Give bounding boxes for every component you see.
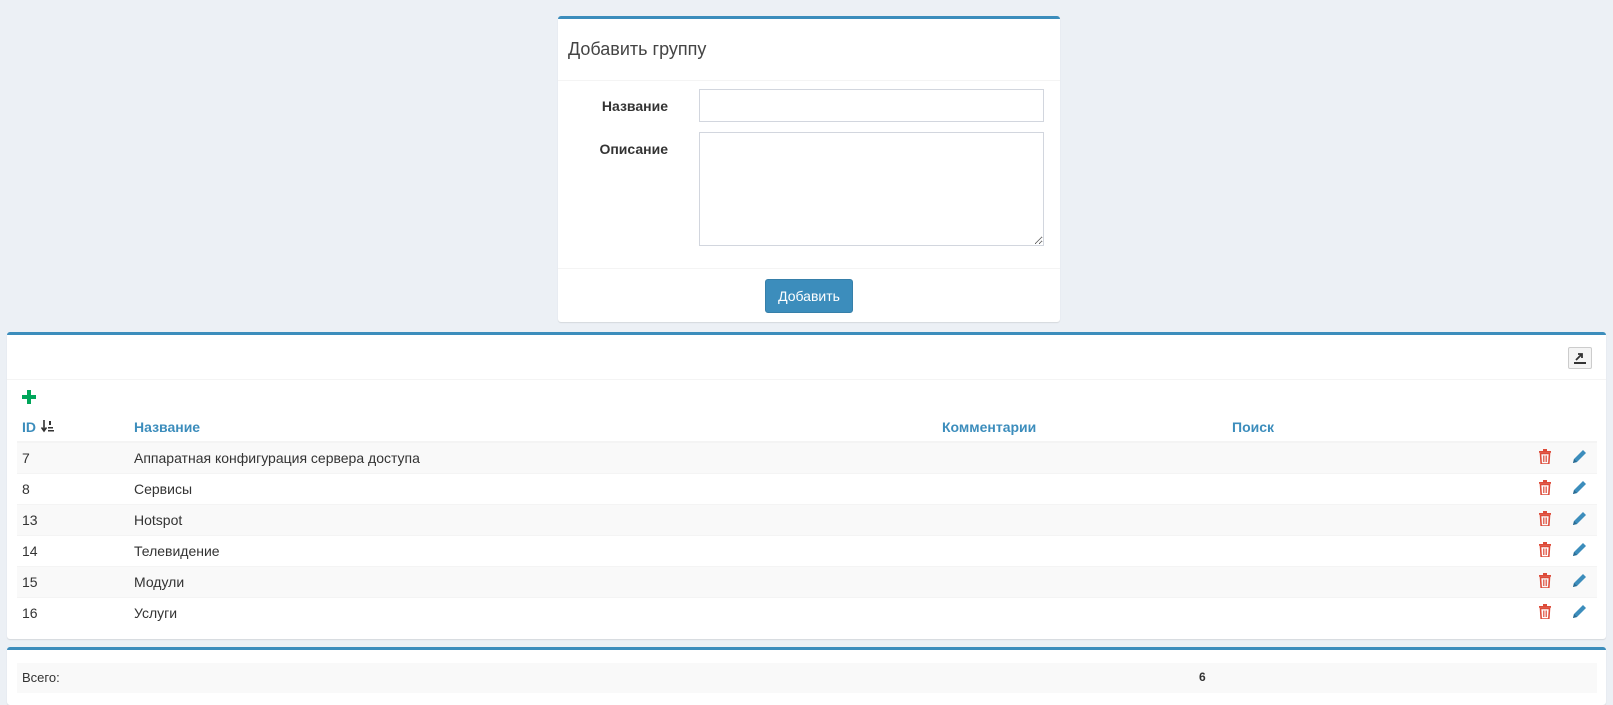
table-row: 14 Телевидение (17, 534, 1597, 566)
add-group-form: Добавить группу Название Описание Добави… (558, 16, 1060, 322)
table-row: 15 Модули (17, 565, 1597, 597)
trash-icon[interactable] (1538, 572, 1551, 588)
cell-comments (937, 472, 1227, 504)
table-row: 13 Hotspot (17, 503, 1597, 535)
header-edit (1562, 415, 1597, 443)
pencil-icon[interactable] (1572, 449, 1587, 464)
name-label: Название (601, 98, 668, 114)
cell-edit (1562, 596, 1597, 628)
cell-name: Аппаратная конфигурация сервера доступа (129, 441, 937, 473)
sort-numeric-asc-icon (40, 420, 54, 433)
cell-search (1227, 565, 1527, 597)
cell-search (1227, 534, 1527, 566)
cell-comments (937, 596, 1227, 628)
cell-delete (1527, 441, 1562, 473)
cell-comments (937, 441, 1227, 473)
header-name[interactable]: Название (129, 415, 937, 443)
cell-name: Телевидение (129, 534, 937, 566)
cell-name: Модули (129, 565, 937, 597)
cell-delete (1527, 596, 1562, 628)
cell-edit (1562, 472, 1597, 504)
pencil-icon[interactable] (1572, 573, 1587, 588)
name-input[interactable] (699, 89, 1044, 122)
table-row: 16 Услуги (17, 596, 1597, 628)
form-footer: Добавить (558, 268, 1060, 322)
trash-icon[interactable] (1538, 603, 1551, 619)
totals-row: Всего: 6 (17, 663, 1597, 693)
export-icon (1574, 353, 1586, 364)
trash-icon[interactable] (1538, 448, 1551, 464)
cell-edit (1562, 503, 1597, 535)
groups-table-box: ID Название Комментарии Поиск 7 Аппаратн… (7, 332, 1606, 639)
cell-search (1227, 503, 1527, 535)
table-row: 7 Аппаратная конфигурация сервера доступ… (17, 441, 1597, 473)
add-button[interactable]: Добавить (765, 279, 853, 313)
pencil-icon[interactable] (1572, 604, 1587, 619)
cell-id: 7 (17, 441, 129, 473)
cell-search (1227, 596, 1527, 628)
pencil-icon[interactable] (1572, 542, 1587, 557)
table-row: 8 Сервисы (17, 472, 1597, 504)
cell-name: Сервисы (129, 472, 937, 504)
export-button[interactable] (1568, 347, 1592, 369)
total-value: 6 (1199, 670, 1206, 684)
table-header-row: ID Название Комментарии Поиск (17, 415, 1597, 443)
cell-edit (1562, 565, 1597, 597)
cell-edit (1562, 441, 1597, 473)
header-id[interactable]: ID (17, 415, 129, 443)
table-box-header (7, 335, 1606, 380)
cell-delete (1527, 503, 1562, 535)
cell-id: 8 (17, 472, 129, 504)
total-label: Всего: (22, 670, 60, 685)
cell-delete (1527, 472, 1562, 504)
pencil-icon[interactable] (1572, 511, 1587, 526)
form-title: Добавить группу (568, 39, 707, 59)
header-id-label: ID (22, 419, 36, 435)
cell-delete (1527, 565, 1562, 597)
groups-table: ID Название Комментарии Поиск 7 Аппаратн… (17, 415, 1597, 628)
cell-delete (1527, 534, 1562, 566)
table-body: 7 Аппаратная конфигурация сервера доступ… (17, 441, 1597, 628)
cell-id: 15 (17, 565, 129, 597)
cell-name: Hotspot (129, 503, 937, 535)
trash-icon[interactable] (1538, 510, 1551, 526)
cell-id: 16 (17, 596, 129, 628)
header-search[interactable]: Поиск (1227, 415, 1527, 443)
add-row-plus-icon[interactable] (21, 389, 37, 405)
description-textarea[interactable] (699, 132, 1044, 246)
cell-id: 13 (17, 503, 129, 535)
totals-box: Всего: 6 (7, 647, 1606, 705)
cell-comments (937, 534, 1227, 566)
pencil-icon[interactable] (1572, 480, 1587, 495)
form-header: Добавить группу (558, 19, 1060, 81)
header-comments[interactable]: Комментарии (937, 415, 1227, 443)
cell-name: Услуги (129, 596, 937, 628)
description-label: Описание (599, 141, 668, 157)
cell-comments (937, 565, 1227, 597)
cell-comments (937, 503, 1227, 535)
trash-icon[interactable] (1538, 479, 1551, 495)
trash-icon[interactable] (1538, 541, 1551, 557)
cell-search (1227, 472, 1527, 504)
cell-search (1227, 441, 1527, 473)
cell-edit (1562, 534, 1597, 566)
cell-id: 14 (17, 534, 129, 566)
header-delete (1527, 415, 1562, 443)
